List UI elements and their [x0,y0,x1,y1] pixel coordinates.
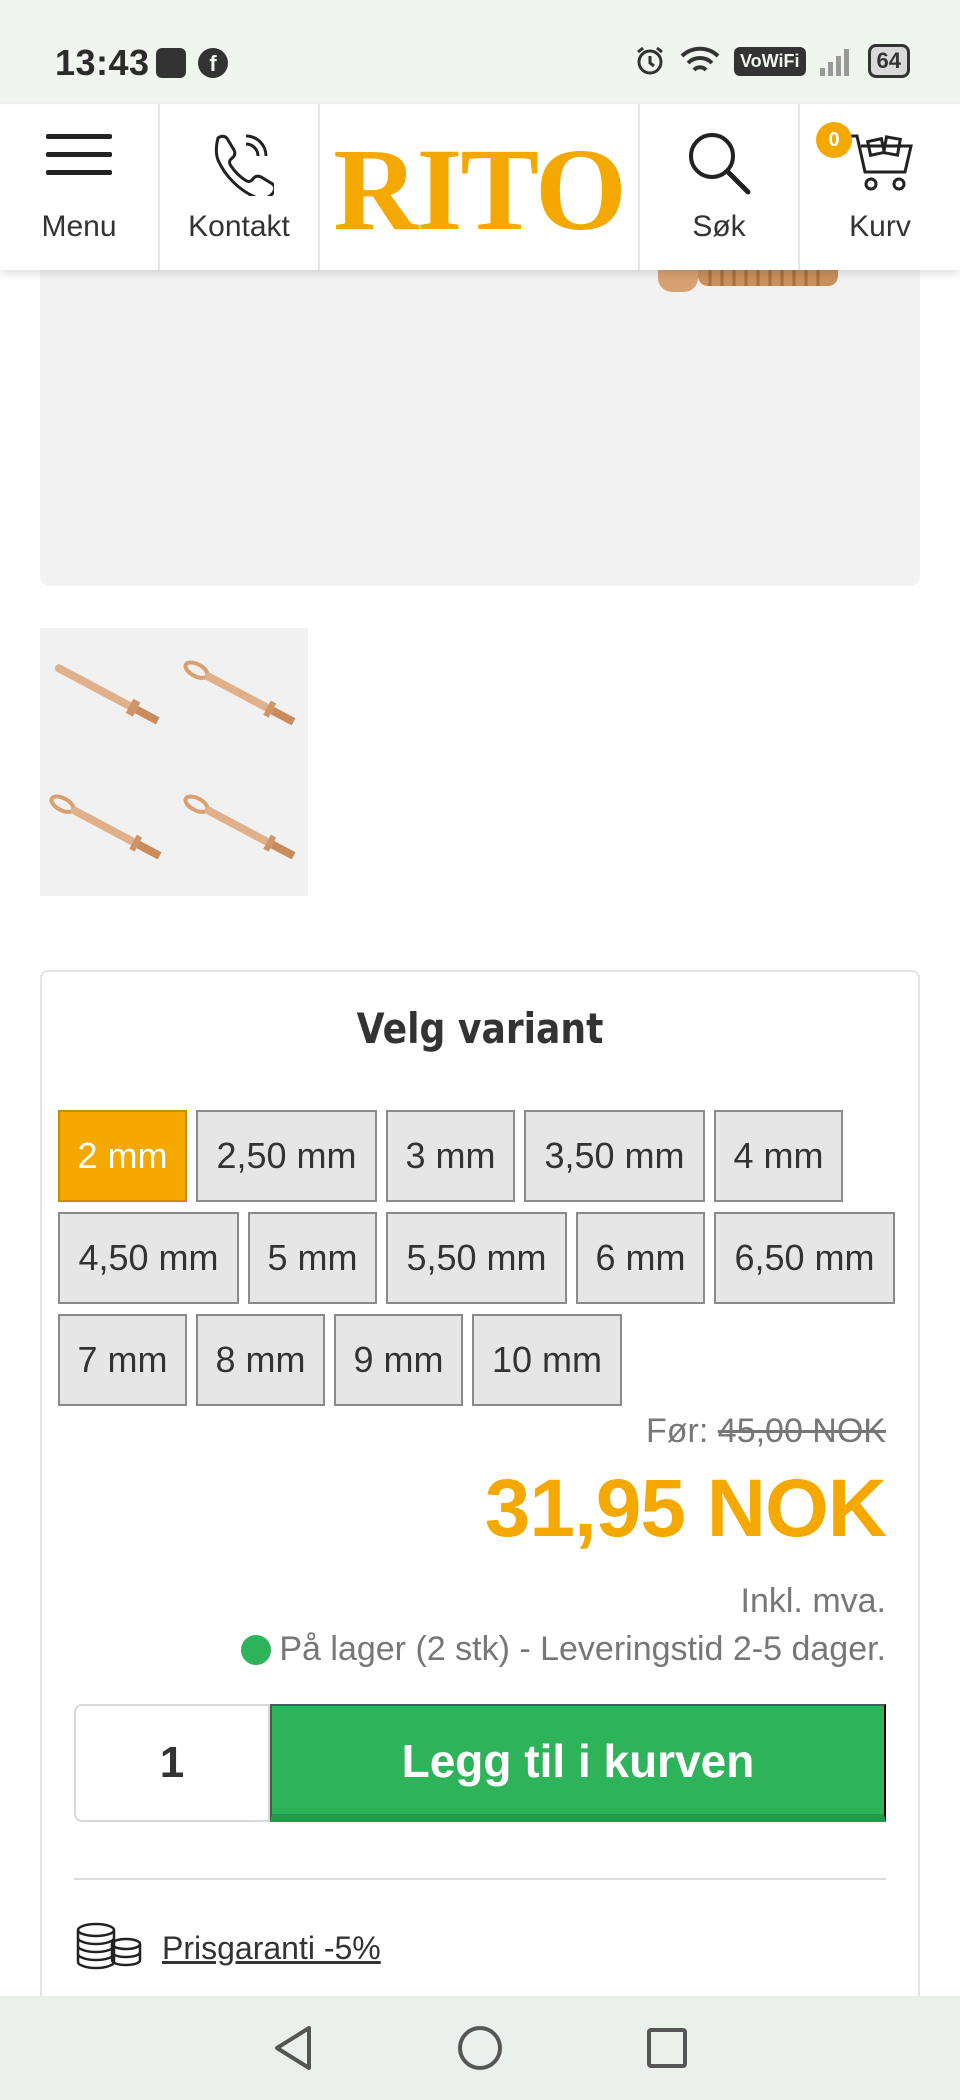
variant-option-3-50mm[interactable]: 3,50 mm [524,1110,705,1202]
thumbnail-view [174,628,308,762]
variant-option-2-50mm[interactable]: 2,50 mm [196,1110,377,1202]
thumbnail-view [174,762,308,896]
logo-link[interactable]: RITO [320,104,640,270]
variant-box: Velg variant 2 mm 2,50 mm 3 mm 3,50 mm 4… [40,970,920,2070]
battery-indicator: 64 [867,44,910,78]
variant-option-4mm[interactable]: 4 mm [714,1110,843,1202]
contact-label: Kontakt [188,210,290,243]
variant-option-6mm[interactable]: 6 mm [576,1212,705,1304]
home-nav-icon[interactable] [456,2024,504,2072]
variant-option-3mm[interactable]: 3 mm [386,1110,515,1202]
coins-stack-icon [76,1922,142,1970]
hamburger-menu-icon [46,134,112,175]
alarm-icon [637,46,663,75]
site-header: Menu Kontakt RITO Søk 0 Kurv [0,104,960,270]
variant-option-4-50mm[interactable]: 4,50 mm [58,1212,239,1304]
vat-note: Inkl. mva. [740,1582,886,1620]
cart-icon [847,134,913,191]
stock-status: På lager (2 stk) - Leveringstid 2-5 dage… [241,1630,886,1669]
variant-option-5mm[interactable]: 5 mm [248,1212,377,1304]
facebook-icon: f [198,48,228,78]
recents-nav-icon[interactable] [645,2026,689,2070]
price-before-value: 45,00 NOK [717,1412,886,1450]
thumbnail-view [40,762,174,896]
price-before: Før: 45,00 NOK [646,1412,886,1451]
variant-option-6-50mm[interactable]: 6,50 mm [714,1212,895,1304]
cart-button[interactable]: 0 Kurv [800,104,960,270]
contact-button[interactable]: Kontakt [160,104,320,270]
variant-option-9mm[interactable]: 9 mm [334,1314,463,1406]
back-nav-icon[interactable] [271,2024,315,2072]
cart-count-badge: 0 [816,122,852,158]
wifi-icon [680,46,720,72]
thumbnail-view [40,628,174,762]
variant-option-5-50mm[interactable]: 5,50 mm [386,1212,567,1304]
rito-logo: RITO [333,124,626,255]
variant-option-2mm[interactable]: 2 mm [58,1110,187,1202]
variant-title: Velg variant [356,1004,604,1053]
price-guarantee-link[interactable]: Prisgaranti -5% [162,1930,381,1967]
add-to-cart-button[interactable]: Legg til i kurven [270,1704,886,1822]
variant-option-10mm[interactable]: 10 mm [472,1314,622,1406]
menu-label: Menu [41,210,117,243]
price-guarantee: Prisgaranti -5% [74,1922,381,1974]
search-button[interactable]: Søk [640,104,800,270]
phone-icon [214,134,274,196]
quantity-input[interactable]: 1 [74,1704,270,1822]
android-navigation-bar [0,1996,960,2100]
price-before-label: Før: [646,1412,709,1450]
divider [74,1878,886,1880]
product-thumbnail[interactable] [40,628,308,896]
cart-label: Kurv [849,210,911,243]
menu-button[interactable]: Menu [0,104,160,270]
status-icons: VoWiFi 64 [634,44,910,78]
variant-option-7mm[interactable]: 7 mm [58,1314,187,1406]
current-price: 31,95 NOK [484,1463,887,1554]
in-stock-dot-icon [241,1634,272,1665]
stock-text: På lager (2 stk) - Leveringstid 2-5 dage… [279,1630,886,1668]
variant-option-8mm[interactable]: 8 mm [196,1314,325,1406]
gallery-notification-icon [156,48,186,78]
signal-icon [819,49,849,76]
status-time: 13:43 [55,42,150,83]
search-icon [689,133,751,195]
variant-options: 2 mm 2,50 mm 3 mm 3,50 mm 4 mm 4,50 mm 5… [58,1110,908,1406]
search-label: Søk [692,210,746,243]
status-bar: 13:43 f VoWiFi 64 [0,0,960,104]
vowifi-badge: VoWiFi [734,46,806,76]
